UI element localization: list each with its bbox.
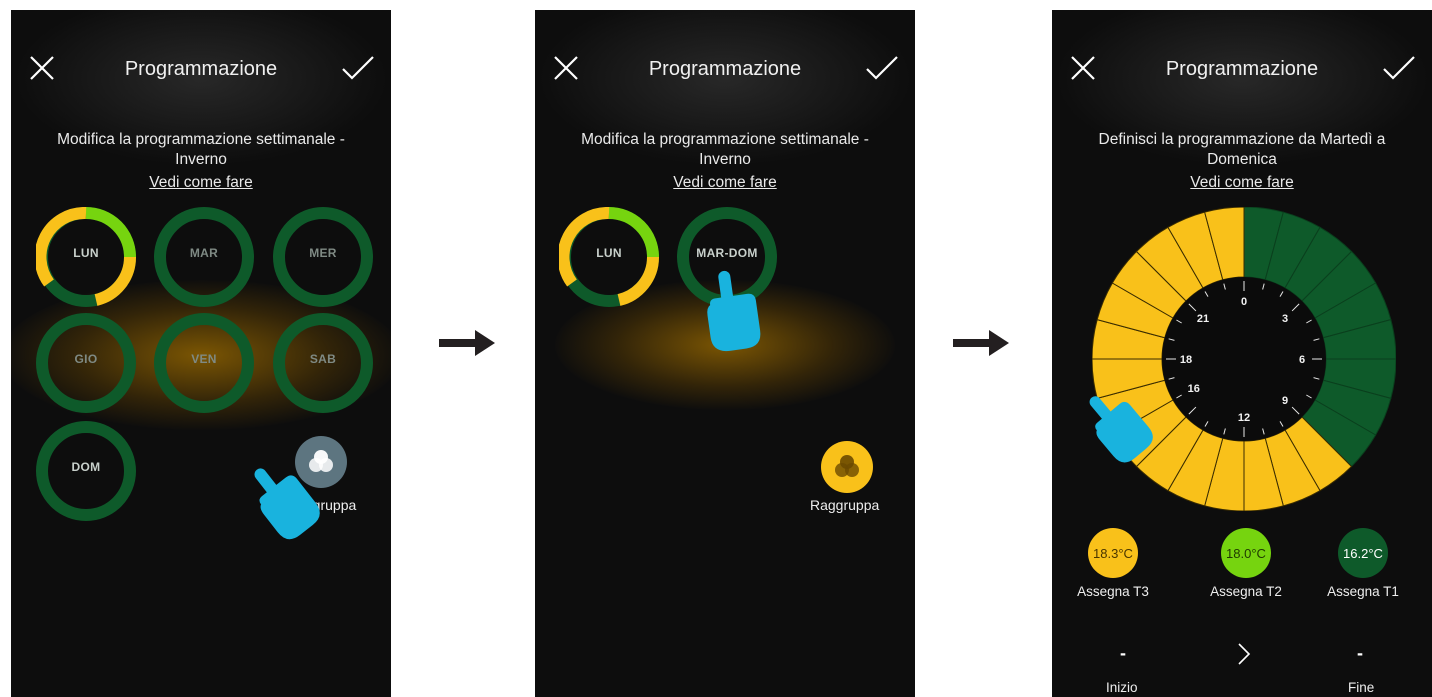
end-label: Fine xyxy=(1348,680,1375,695)
subtitle-line: Modifica la programmazione settimanale - xyxy=(581,131,869,148)
pointing-hand-icon xyxy=(1089,396,1153,463)
screen-day-schedule: Programmazione Definisci la programmazio… xyxy=(1052,10,1432,697)
day-ring-mar[interactable]: MAR xyxy=(154,207,254,307)
right-arrow-icon xyxy=(439,330,495,356)
group-icon xyxy=(835,455,859,477)
dial-hour-label: 3 xyxy=(1282,313,1288,325)
day-label: MAR-DOM xyxy=(696,246,758,260)
subtitle-line: Inverno xyxy=(699,151,751,168)
start-value[interactable]: - xyxy=(1120,643,1126,664)
subtitle: Modifica la programmazione settimanale -… xyxy=(555,130,895,170)
how-to-link[interactable]: Vedi come fare xyxy=(1052,174,1432,192)
day-label: GIO xyxy=(74,352,98,366)
day-ring-gio[interactable]: GIO xyxy=(36,313,136,413)
check-icon[interactable] xyxy=(1382,55,1416,81)
day-ring-sab[interactable]: SAB xyxy=(273,313,373,413)
day-label: DOM xyxy=(71,460,101,474)
temp-t3-label: Assegna T3 xyxy=(1077,584,1149,599)
how-to-link[interactable]: Vedi come fare xyxy=(535,174,915,192)
subtitle-line: Definisci la programmazione da Martedì a xyxy=(1098,131,1386,148)
page-title: Programmazione xyxy=(1165,58,1319,80)
pointing-hand-icon xyxy=(707,270,761,352)
check-icon[interactable] xyxy=(341,55,375,81)
dial-hour-label: 6 xyxy=(1299,354,1305,366)
page-title: Programmazione xyxy=(648,58,802,80)
dial-hour-label: 9 xyxy=(1282,395,1288,407)
start-label: Inizio xyxy=(1106,680,1138,695)
dial-hour-label: 16 xyxy=(1188,383,1200,395)
screen-week-program: Programmazione Modifica la programmazion… xyxy=(11,10,391,697)
how-to-link[interactable]: Vedi come fare xyxy=(11,174,391,192)
subtitle: Modifica la programmazione settimanale -… xyxy=(31,130,371,170)
temp-t1-label: Assegna T1 xyxy=(1327,584,1399,599)
day-label: MAR xyxy=(189,246,219,260)
day-label: MER xyxy=(309,246,337,260)
group-button[interactable] xyxy=(821,441,873,493)
subtitle-line: Inverno xyxy=(175,151,227,168)
dial-hour-label: 12 xyxy=(1238,412,1250,424)
chevron-right-icon[interactable] xyxy=(1237,642,1251,666)
subtitle: Definisci la programmazione da Martedì a… xyxy=(1072,130,1412,170)
subtitle-line: Modifica la programmazione settimanale - xyxy=(57,131,345,148)
day-label: LUN xyxy=(596,246,622,260)
dial-hour-label: 18 xyxy=(1180,354,1192,366)
temp-t2-label: Assegna T2 xyxy=(1210,584,1282,599)
day-ring-ven[interactable]: VEN xyxy=(154,313,254,413)
end-value[interactable]: - xyxy=(1357,643,1363,664)
day-ring-lun[interactable]: LUN xyxy=(34,206,137,307)
right-arrow-icon xyxy=(953,330,1009,356)
group-label: Raggruppa xyxy=(810,497,880,513)
temp-t2-button[interactable]: 18.0°C xyxy=(1221,528,1271,578)
subtitle-line: Domenica xyxy=(1207,151,1277,168)
check-icon[interactable] xyxy=(865,55,899,81)
day-ring-dom[interactable]: DOM xyxy=(36,421,136,521)
temp-t1-button[interactable]: 16.2°C xyxy=(1338,528,1388,578)
pointing-hand-icon xyxy=(254,468,320,540)
dial-hour-label: 0 xyxy=(1241,296,1247,308)
page-title: Programmazione xyxy=(124,58,278,80)
day-label: SAB xyxy=(309,352,337,366)
temp-t3-button[interactable]: 18.3°C xyxy=(1088,528,1138,578)
screen-week-program-grouped: Programmazione Modifica la programmazion… xyxy=(535,10,915,697)
day-ring-lun[interactable]: LUN xyxy=(557,206,660,307)
dial-hour-label: 21 xyxy=(1197,313,1209,325)
day-label: LUN xyxy=(73,246,99,260)
day-ring-mer[interactable]: MER xyxy=(273,207,373,307)
day-label: VEN xyxy=(191,352,217,366)
